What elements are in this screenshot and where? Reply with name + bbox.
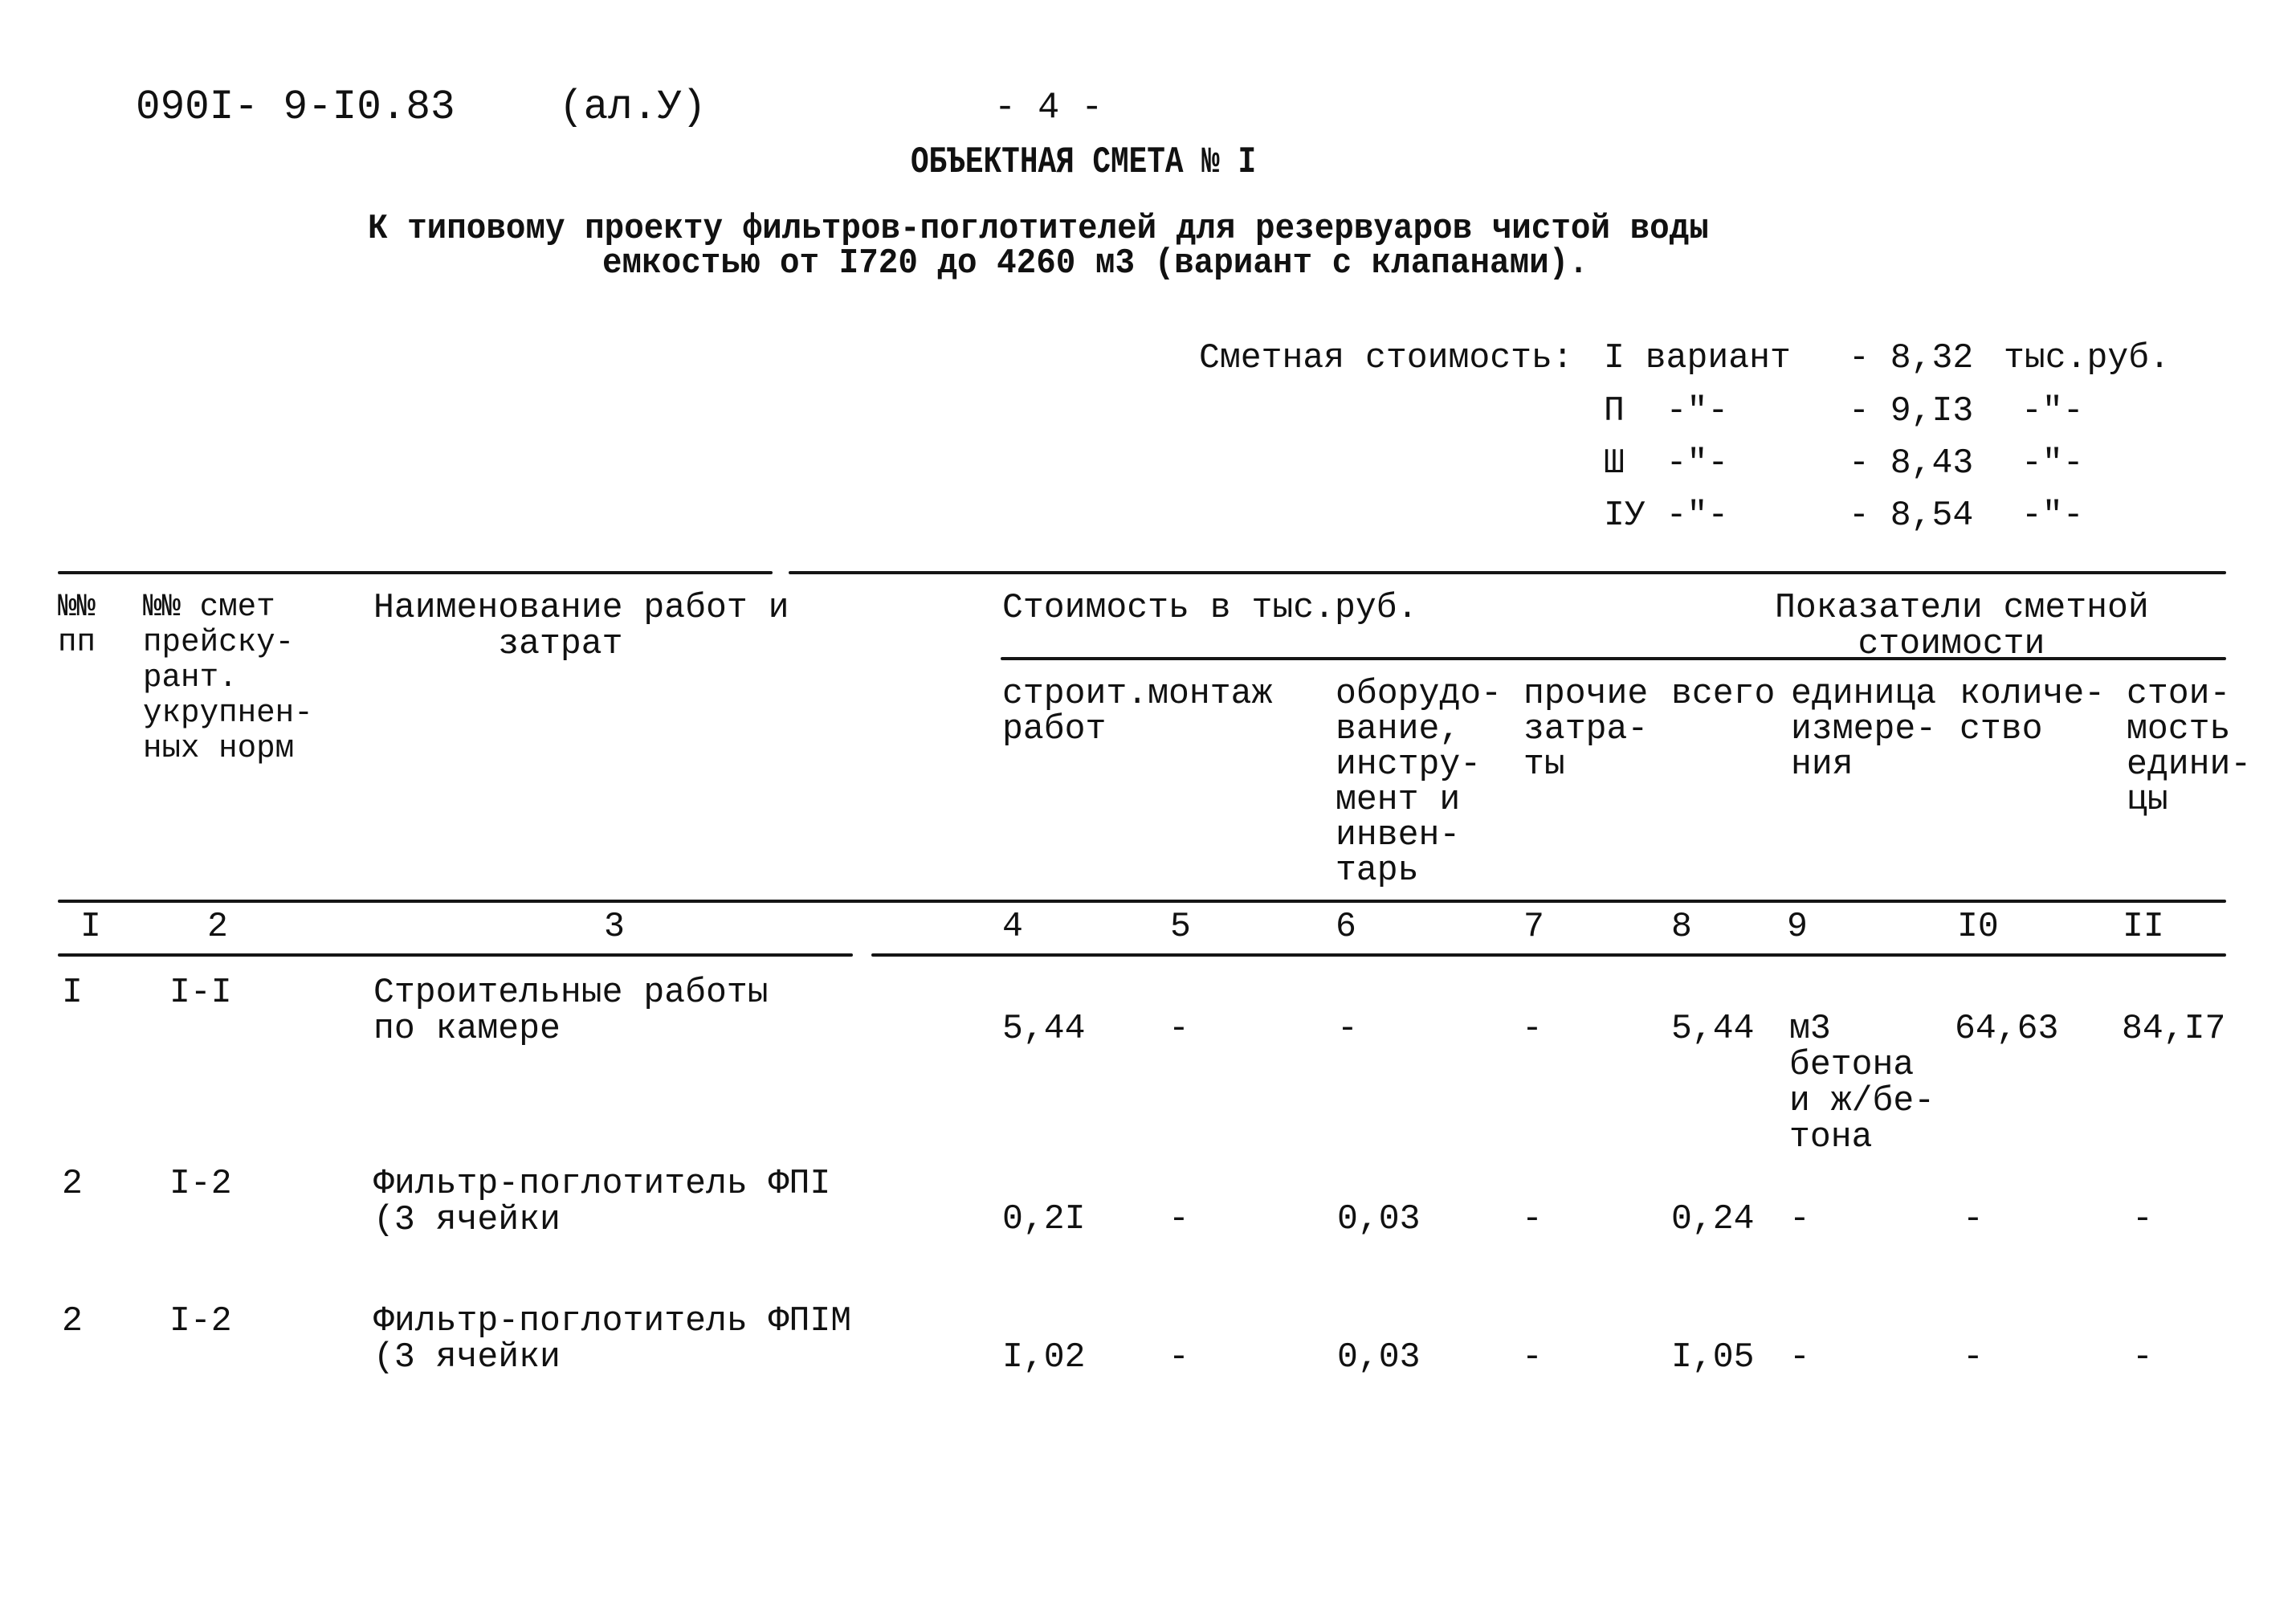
header-work-name: Наименование работ и затрат bbox=[373, 588, 789, 664]
header-other-costs: прочие затра- ты bbox=[1523, 674, 1649, 785]
page-number: - 4 - bbox=[994, 87, 1103, 129]
row-equipment-cost: 0,03 bbox=[1337, 1337, 1421, 1377]
column-number: I bbox=[80, 907, 101, 947]
header-quantity: количе- ство bbox=[1960, 674, 2106, 749]
header-unit-cost: стои- мость едини- цы bbox=[2127, 674, 2252, 820]
column-numbers-rule-right bbox=[871, 953, 2226, 957]
column-number: II bbox=[2123, 907, 2164, 947]
column-number: I0 bbox=[1957, 907, 1999, 947]
column-number: 6 bbox=[1336, 907, 1356, 947]
row-equipment-cost: - bbox=[1337, 1009, 1358, 1049]
row-installation-cost: - bbox=[1168, 1009, 1189, 1049]
row-total-cost: I,05 bbox=[1671, 1337, 1755, 1377]
row-construction-cost: 5,44 bbox=[1002, 1009, 1086, 1049]
header-indicators-group: Показатели сметной стоимости bbox=[1775, 588, 2149, 664]
row-unit: м3 бетона и ж/бе- тона bbox=[1789, 1009, 1935, 1157]
subtitle-line-1: К типовому проекту фильтров-поглотителей… bbox=[368, 209, 1709, 249]
variant-1-value: - 8,32 bbox=[1849, 338, 1974, 378]
row-unit-cost: - bbox=[2132, 1199, 2153, 1239]
variant-4-unit: -"- bbox=[2021, 496, 2084, 536]
row-equipment-cost: 0,03 bbox=[1337, 1199, 1421, 1239]
row-construction-cost: I,02 bbox=[1002, 1337, 1086, 1377]
header-row-number: №№ пп bbox=[58, 590, 96, 661]
row-total-cost: 5,44 bbox=[1671, 1009, 1755, 1049]
row-quantity: 64,63 bbox=[1955, 1009, 2059, 1049]
row-other-cost: - bbox=[1522, 1199, 1543, 1239]
variant-1-label: I вариант bbox=[1604, 338, 1791, 378]
variant-3-unit: -"- bbox=[2021, 443, 2084, 484]
variant-4-label: IУ -"- bbox=[1604, 496, 1729, 536]
estimated-cost-label: Сметная стоимость: bbox=[1199, 338, 1573, 378]
table-top-rule-right bbox=[789, 571, 2226, 574]
row-unit-cost: 84,I7 bbox=[2122, 1009, 2226, 1049]
row-quantity: - bbox=[1963, 1337, 1984, 1377]
variant-1-unit: тыс.руб. bbox=[2004, 338, 2171, 378]
column-number: 5 bbox=[1170, 907, 1191, 947]
column-number: 7 bbox=[1523, 907, 1544, 947]
document-code: 090I- 9-I0.83 bbox=[136, 84, 455, 131]
row-estimate-ref: I-I bbox=[169, 973, 232, 1013]
row-other-cost: - bbox=[1522, 1009, 1543, 1049]
header-construction-installation: строит.монтаж работ bbox=[1002, 674, 1273, 749]
subtitle-line-2: емкостью от I720 до 4260 м3 (вариант с к… bbox=[602, 243, 1588, 284]
variant-4-value: - 8,54 bbox=[1849, 496, 1974, 536]
column-number: 3 bbox=[604, 907, 625, 947]
row-construction-cost: 0,2I bbox=[1002, 1199, 1086, 1239]
variant-2-unit: -"- bbox=[2021, 391, 2084, 431]
variant-2-value: - 9,I3 bbox=[1849, 391, 1974, 431]
row-quantity: - bbox=[1963, 1199, 1984, 1239]
row-installation-cost: - bbox=[1168, 1337, 1189, 1377]
header-cost-group: Стоимость в тыс.руб. bbox=[1002, 588, 1418, 628]
row-other-cost: - bbox=[1522, 1337, 1543, 1377]
row-estimate-ref: I-2 bbox=[169, 1301, 232, 1341]
row-number: 2 bbox=[62, 1301, 83, 1341]
variant-2-label: П -"- bbox=[1604, 391, 1729, 431]
header-equipment: оборудо- вание, инстру- мент и инвен- та… bbox=[1336, 674, 1503, 891]
row-work-name: Фильтр-поглотитель ФПI (3 ячейки bbox=[373, 1164, 831, 1240]
header-estimate-ref: №№ смет прейску- рант. укрупнен- ных нор… bbox=[143, 590, 313, 767]
table-header-bottom-rule bbox=[58, 900, 2226, 903]
column-number: 2 bbox=[207, 907, 228, 947]
column-number: 8 bbox=[1671, 907, 1692, 947]
column-number: 4 bbox=[1002, 907, 1023, 947]
album-label: (ал.У) bbox=[559, 84, 707, 131]
column-number: 9 bbox=[1787, 907, 1808, 947]
row-estimate-ref: I-2 bbox=[169, 1164, 232, 1204]
variant-3-label: Ш -"- bbox=[1604, 443, 1729, 484]
row-work-name: Фильтр-поглотитель ФПIМ (3 ячейки bbox=[373, 1301, 852, 1377]
header-total: всего bbox=[1671, 674, 1776, 714]
row-installation-cost: - bbox=[1168, 1199, 1189, 1239]
row-total-cost: 0,24 bbox=[1671, 1199, 1755, 1239]
document-title: ОБЪЕКТНАЯ СМЕТА № I bbox=[911, 141, 1257, 183]
column-numbers-rule-left bbox=[58, 953, 853, 957]
row-unit-cost: - bbox=[2132, 1337, 2153, 1377]
row-number: I bbox=[62, 973, 83, 1013]
header-unit: единица измере- ния bbox=[1791, 674, 1937, 785]
row-work-name: Строительные работы по камере bbox=[373, 973, 769, 1049]
variant-3-value: - 8,43 bbox=[1849, 443, 1974, 484]
table-top-rule-left bbox=[58, 571, 773, 574]
row-unit: - bbox=[1789, 1199, 1810, 1239]
row-unit: - bbox=[1789, 1337, 1810, 1377]
row-number: 2 bbox=[62, 1164, 83, 1204]
